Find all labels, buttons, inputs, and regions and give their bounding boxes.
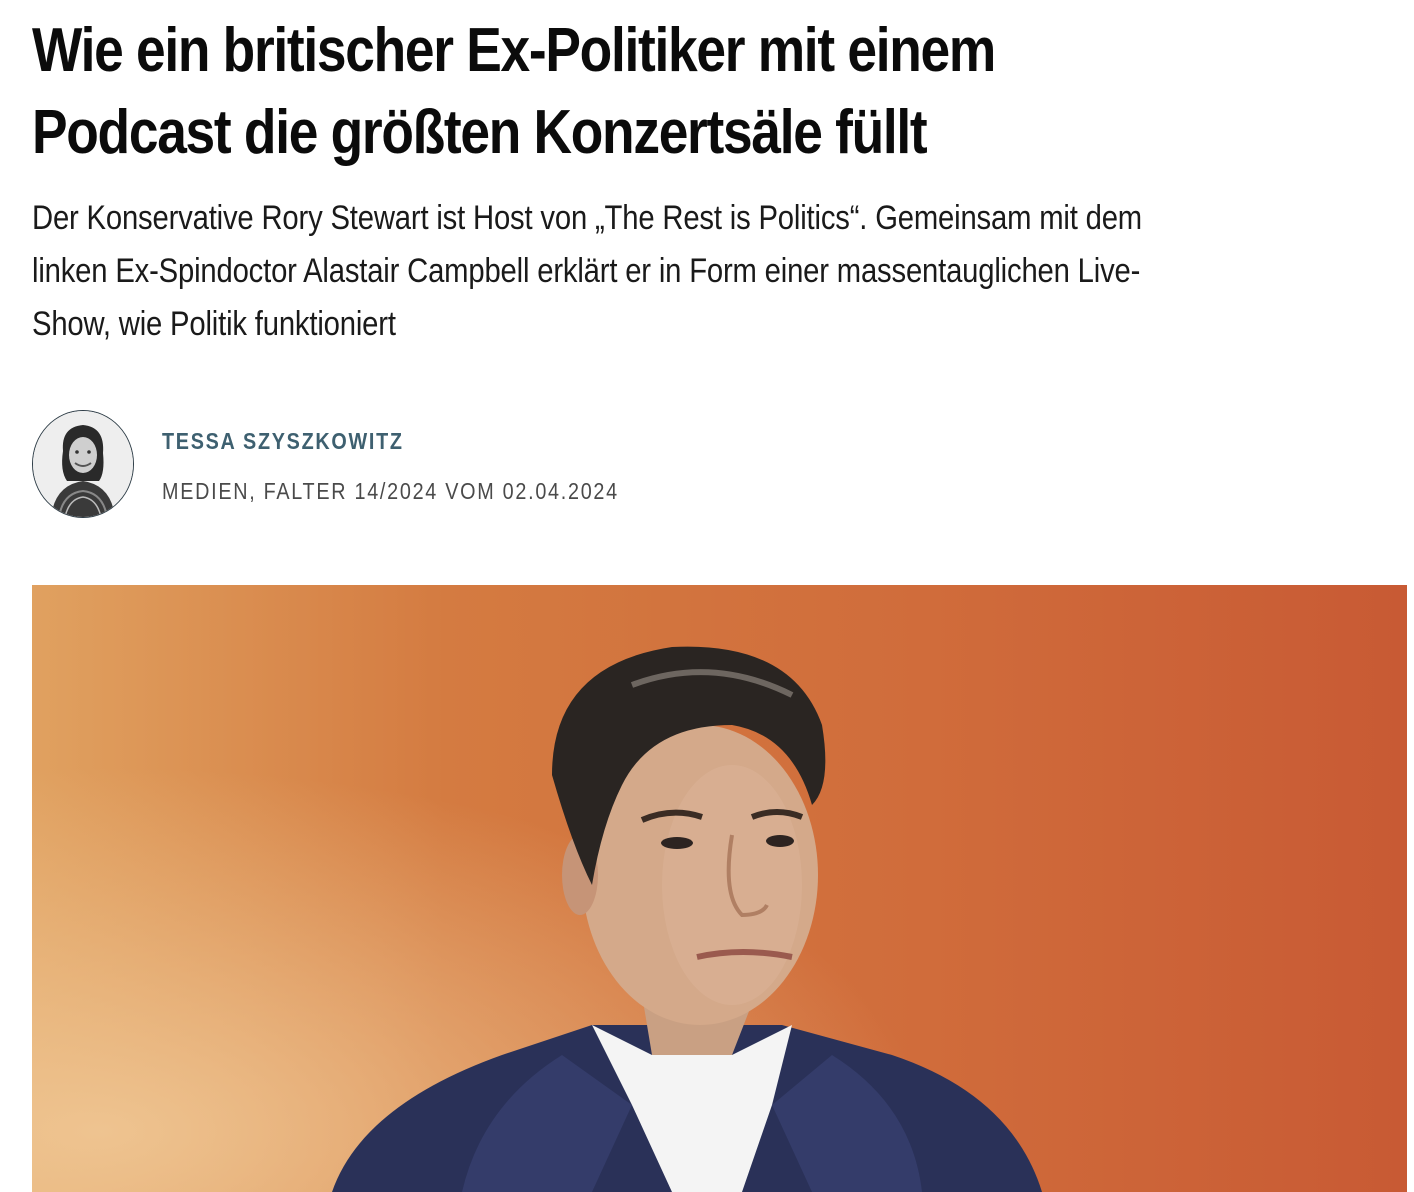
author-portrait-icon (33, 411, 133, 517)
article-headline: Wie ein britischer Ex-Politiker mit eine… (32, 0, 1279, 174)
portrait-photo-icon (32, 585, 1407, 1192)
headline-line-2: Podcast die größten Konzertsäle füllt (32, 98, 928, 167)
article: Wie ein britischer Ex-Politiker mit eine… (32, 0, 1408, 518)
lead-line-2: linken Ex-Spindoctor Alastair Campbell e… (32, 252, 1141, 290)
byline: TESSA SZYSZKOWITZ MEDIEN, FALTER 14/2024… (32, 410, 932, 520)
headline-line-1: Wie ein britischer Ex-Politiker mit eine… (32, 16, 996, 85)
author-avatar[interactable] (32, 410, 134, 518)
article-lead: Der Konservative Rory Stewart ist Host v… (32, 192, 1408, 351)
hero-image (32, 585, 1407, 1192)
lead-line-3: Show, wie Politik funktioniert (32, 305, 396, 343)
article-meta: MEDIEN, FALTER 14/2024 VOM 02.04.2024 (162, 478, 619, 504)
lead-line-1: Der Konservative Rory Stewart ist Host v… (32, 199, 1143, 237)
author-name-link[interactable]: TESSA SZYSZKOWITZ (162, 428, 404, 455)
